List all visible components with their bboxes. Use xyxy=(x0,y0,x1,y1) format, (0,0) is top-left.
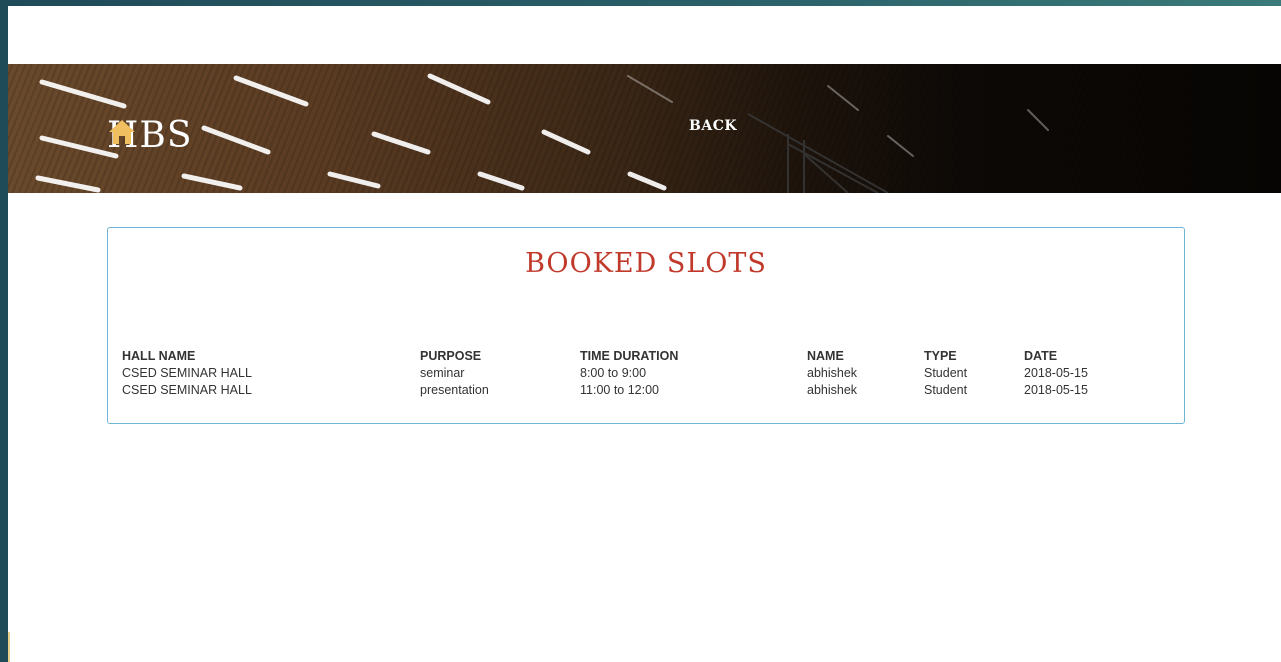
booked-slots-table: HALL NAME PURPOSE TIME DURATION NAME TYP… xyxy=(122,348,1124,399)
back-link[interactable]: BACK xyxy=(689,118,737,134)
bottom-accent xyxy=(8,632,10,662)
page: HBS BACK BOOKED SLOTS HALL NAME PURPOSE … xyxy=(8,6,1281,662)
cell-name: abhishek xyxy=(807,383,858,397)
table-header-row: HALL NAME PURPOSE TIME DURATION NAME TYP… xyxy=(122,348,1124,365)
cell-type: Student xyxy=(924,383,968,397)
ceiling-lights-background xyxy=(35,73,1049,193)
table-row: CSED SEMINAR HALL presentation 11:00 to … xyxy=(122,382,1124,399)
cell-hall-name: CSED SEMINAR HALL xyxy=(122,366,252,380)
cell-hall-name: CSED SEMINAR HALL xyxy=(122,383,252,397)
column-header-name: NAME xyxy=(807,349,844,363)
header-banner: HBS BACK xyxy=(8,64,1281,193)
cell-purpose: seminar xyxy=(420,366,465,380)
booked-slots-panel: BOOKED SLOTS HALL NAME PURPOSE TIME DURA… xyxy=(107,227,1185,424)
cell-date: 2018-05-15 xyxy=(1024,366,1088,380)
brand[interactable]: HBS xyxy=(107,118,193,154)
column-header-hall-name: HALL NAME xyxy=(122,349,196,363)
panel-title: BOOKED SLOTS xyxy=(525,248,767,279)
column-header-date: DATE xyxy=(1024,349,1058,363)
cell-purpose: presentation xyxy=(420,383,489,397)
table-row: CSED SEMINAR HALL seminar 8:00 to 9:00 a… xyxy=(122,365,1124,382)
column-header-type: TYPE xyxy=(924,349,957,363)
cell-name: abhishek xyxy=(807,366,858,380)
cell-type: Student xyxy=(924,366,968,380)
home-icon xyxy=(109,120,135,144)
cell-time-duration: 8:00 to 9:00 xyxy=(580,366,647,380)
cell-time-duration: 11:00 to 12:00 xyxy=(580,383,660,397)
column-header-time-duration: TIME DURATION xyxy=(580,349,679,363)
cell-date: 2018-05-15 xyxy=(1024,383,1088,397)
column-header-purpose: PURPOSE xyxy=(420,349,482,363)
